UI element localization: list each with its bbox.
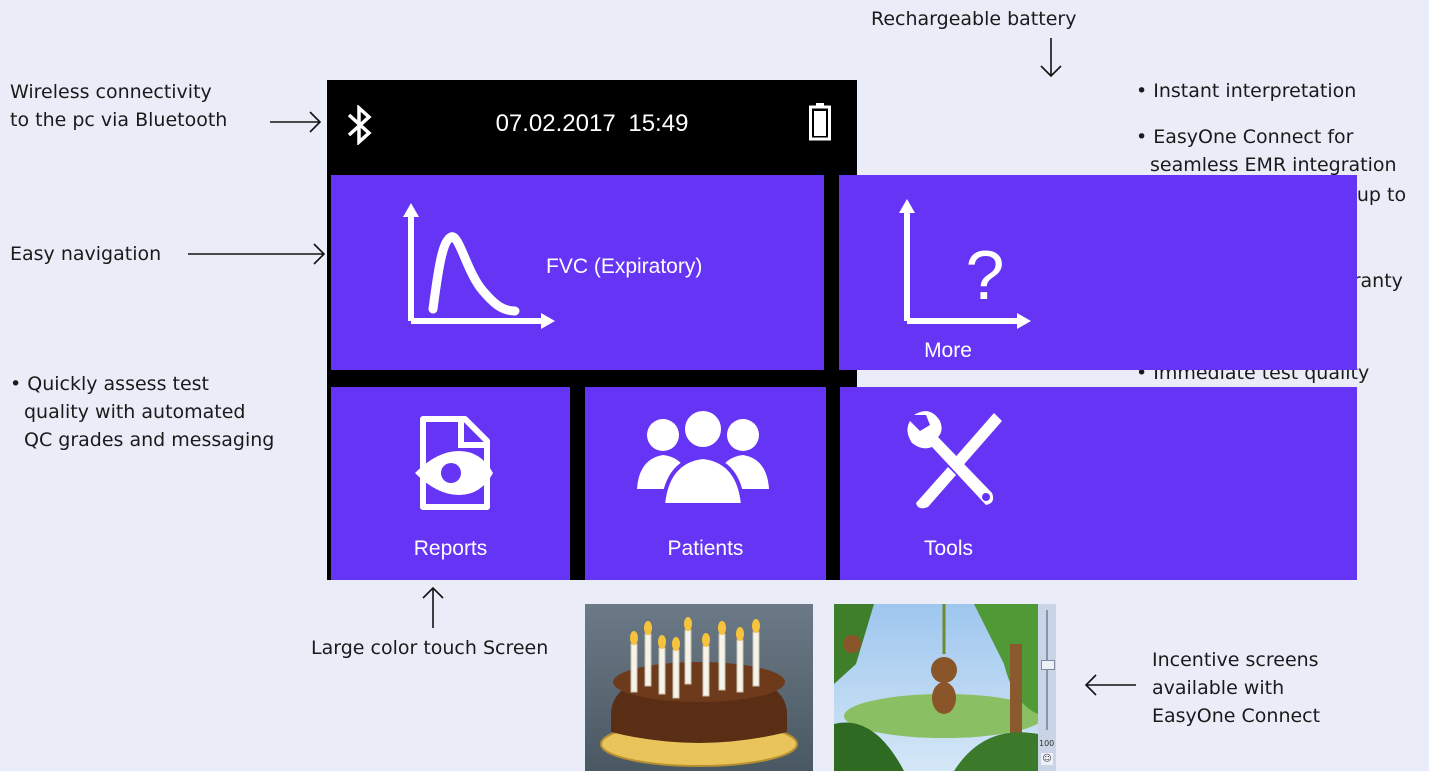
patients-label: Patients: [667, 537, 744, 560]
tools-label: Tools: [923, 537, 974, 560]
time-label: 15:49: [628, 110, 689, 137]
svg-text:?: ?: [966, 236, 1005, 314]
wireless-arrow: [270, 111, 322, 133]
battery-annotation: Rechargeable battery: [871, 8, 1077, 30]
wireless-annotation: Wireless connectivity to the pc via Blue…: [10, 78, 227, 134]
incentive-annotation: Incentive screens available with EasyOne…: [1152, 646, 1320, 730]
question-graph-icon: ?: [899, 199, 1031, 329]
qc-line3: QC grades and messaging: [24, 429, 275, 451]
report-eye-icon: [415, 416, 493, 510]
qc-line1: • Quickly assess test: [10, 373, 209, 395]
status-bar: 07.02.2017 15:49: [327, 80, 857, 174]
cake-illustration: [600, 617, 798, 767]
battery-icon: [809, 103, 831, 141]
tools-icon: [907, 411, 1002, 509]
incentive-line1: Incentive screens: [1152, 649, 1319, 671]
reports-label: Reports: [413, 537, 488, 560]
incentive-line3: EasyOne Connect: [1152, 705, 1321, 727]
device-screen: 07.02.2017 15:49 FVC (Expiratory) Report…: [327, 80, 1357, 580]
qc-annotation: • Quickly assess test quality with autom…: [10, 370, 274, 454]
wireless-annotation-line2: to the pc via Bluetooth: [10, 109, 228, 131]
smiley-icon: ☺: [1041, 753, 1053, 765]
touch-annotation: Large color touch Screen: [311, 637, 549, 659]
monkey-incentive-image: 100 ☺: [834, 604, 1056, 771]
screen-divider-v: [826, 175, 839, 580]
feature-1: • Instant interpretation: [1136, 80, 1357, 102]
fvc-expiratory-tile[interactable]: FVC (Expiratory): [331, 175, 824, 370]
slider-value: 100: [1039, 739, 1055, 748]
navigation-arrow: [188, 243, 326, 265]
incentive-arrow: [1084, 674, 1136, 696]
navigation-annotation: Easy navigation: [10, 243, 162, 265]
tools-tile-visual[interactable]: Tools: [840, 387, 1057, 580]
more-tile-visual[interactable]: ? More: [839, 175, 1057, 370]
reports-tile[interactable]: Reports: [331, 387, 570, 580]
patients-tile[interactable]: Patients: [585, 387, 826, 580]
touch-arrow: [422, 586, 444, 628]
wireless-annotation-line1: Wireless connectivity: [10, 81, 212, 103]
battery-arrow: [1040, 38, 1062, 78]
qc-line2: quality with automated: [24, 401, 246, 423]
slider-thumb[interactable]: [1041, 660, 1055, 670]
cake-incentive-image: [585, 604, 813, 771]
patients-group-icon: [637, 407, 769, 507]
incentive-slider[interactable]: 100 ☺: [1038, 604, 1056, 771]
date-label: 07.02.2017: [495, 110, 616, 137]
slider-track: [1046, 610, 1048, 730]
jungle-illustration: [834, 604, 1044, 771]
incentive-line2: available with: [1152, 677, 1285, 699]
fvc-label: FVC (Expiratory): [546, 255, 703, 278]
flow-curve-icon: [403, 203, 555, 329]
feature-2: • EasyOne Connect for: [1136, 126, 1354, 148]
date-time: 07.02.2017 15:49: [327, 110, 857, 138]
more-label: More: [924, 339, 972, 362]
